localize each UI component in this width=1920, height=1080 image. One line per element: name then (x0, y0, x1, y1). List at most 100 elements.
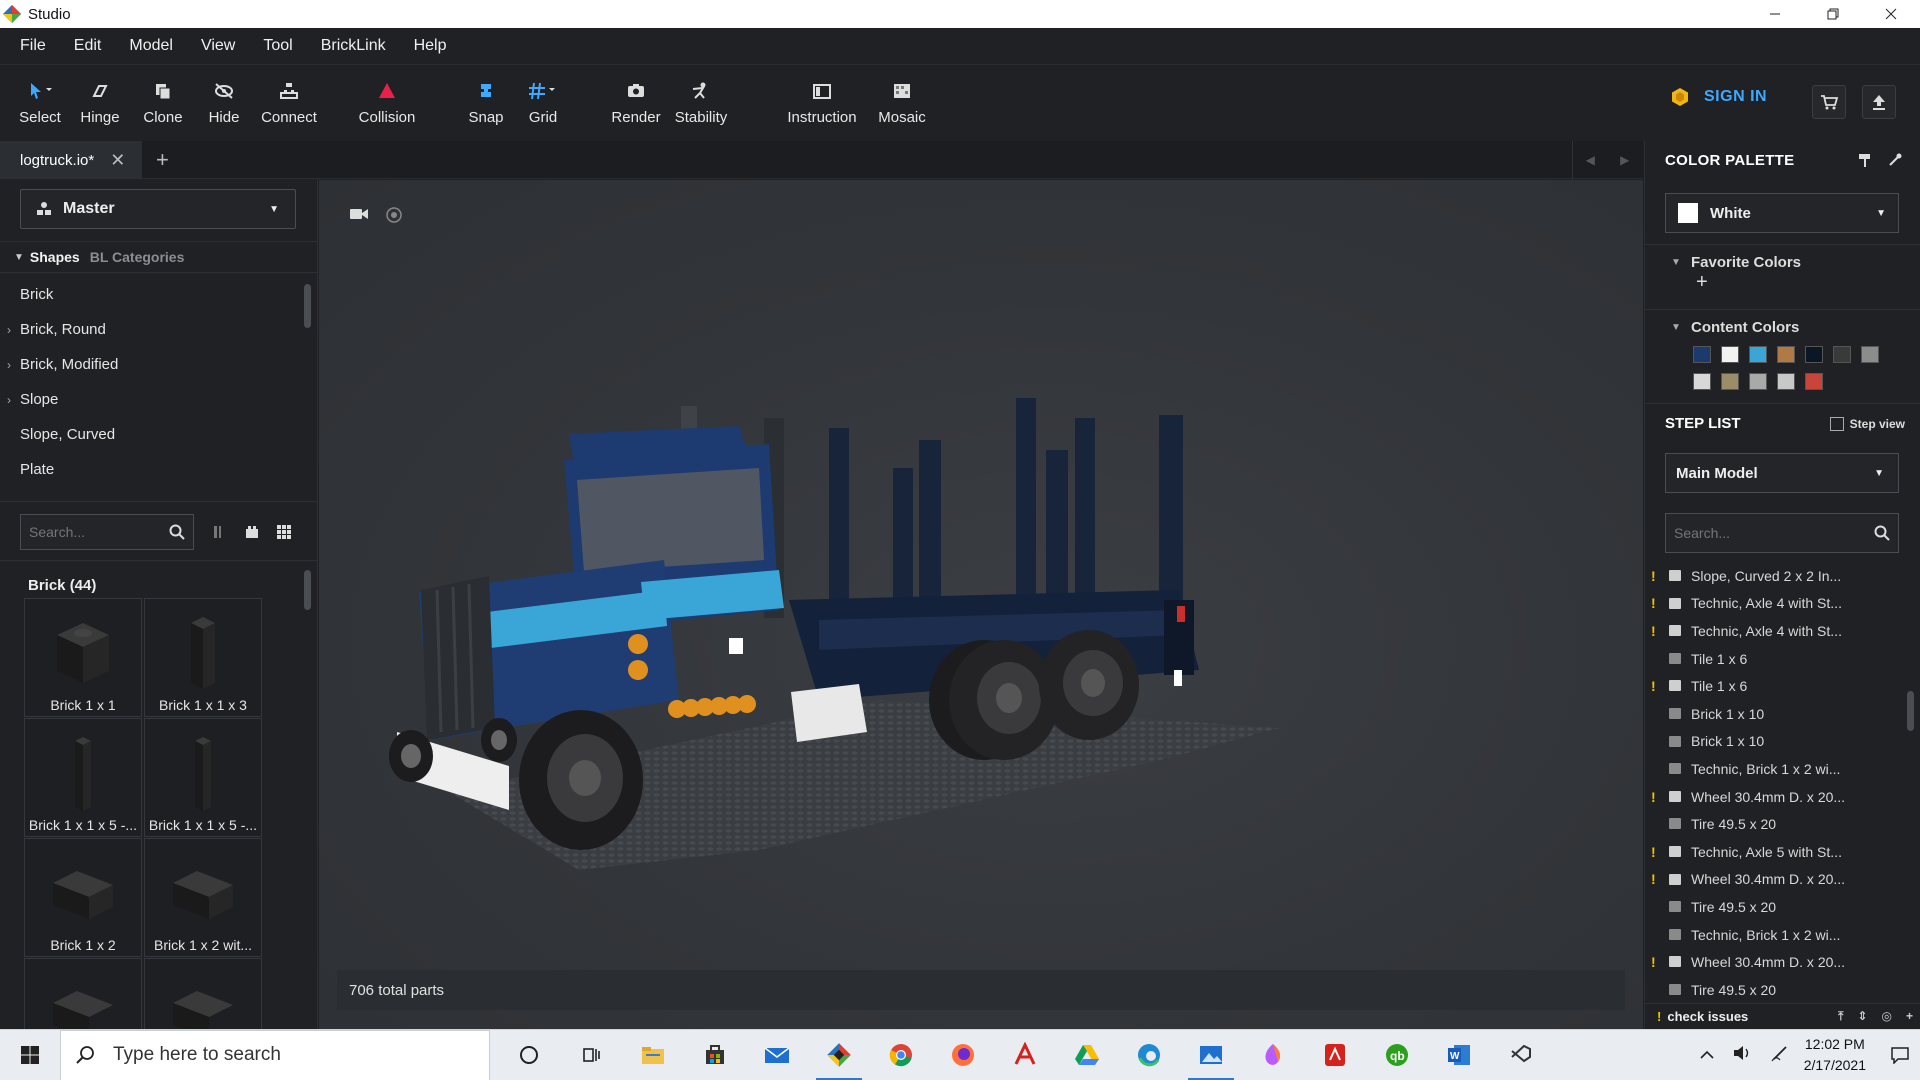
brick-tile[interactable]: Brick 1 x 2 (24, 838, 142, 957)
visual-studio-icon[interactable] (1490, 1030, 1552, 1080)
step-list-item[interactable]: ! Slope, Curved 2 x 2 In... (1645, 562, 1905, 590)
collapse-chevron-icon[interactable]: ▼ (14, 252, 24, 263)
expand-chevron-icon[interactable]: › (7, 358, 11, 372)
step-list-item[interactable]: ! Technic, Axle 5 with St... (1645, 838, 1905, 866)
menu-view[interactable]: View (201, 37, 235, 55)
category-item[interactable]: Slope, Curved (0, 417, 300, 452)
close-tab-icon[interactable]: ✕ (110, 150, 125, 171)
taskbar-search-box[interactable]: Type here to search (60, 1029, 490, 1080)
category-item[interactable]: Brick (0, 277, 300, 312)
add-tab-icon[interactable]: + (156, 147, 169, 173)
brick-tile[interactable]: Brick 1 x 1 (24, 598, 142, 717)
paint3d-icon[interactable] (1242, 1030, 1304, 1080)
category-item[interactable]: Plate (0, 452, 300, 487)
tab-next-icon[interactable]: ▶ (1620, 153, 1629, 167)
3d-viewport[interactable] (319, 180, 1643, 1029)
collapse-all-icon[interactable]: ⤒ (1838, 1009, 1843, 1024)
step-list-item[interactable]: ! Wheel 30.4mm D. x 20... (1645, 866, 1905, 894)
collapse-chevron-icon[interactable]: ▼ (1671, 257, 1681, 268)
color-swatch[interactable] (1721, 346, 1739, 363)
color-swatch[interactable] (1777, 373, 1795, 390)
step-list-item[interactable]: Tire 49.5 x 20 (1645, 810, 1905, 838)
check-issues-link[interactable]: check issues (1667, 1009, 1748, 1024)
step-list-item[interactable]: Tile 1 x 6 (1645, 645, 1905, 673)
category-item[interactable]: › Brick, Modified (0, 347, 300, 382)
cart-button[interactable] (1812, 85, 1846, 119)
color-swatch[interactable] (1833, 346, 1851, 363)
color-swatch[interactable] (1749, 346, 1767, 363)
start-button[interactable] (0, 1030, 60, 1080)
step-view-toggle[interactable]: Step view (1829, 416, 1905, 431)
cortana-icon[interactable] (498, 1030, 560, 1080)
hide-step-icon[interactable]: ◎ (1882, 1009, 1892, 1024)
color-swatch[interactable] (1749, 373, 1767, 390)
mosaic-tool-button[interactable]: Mosaic (862, 79, 942, 126)
step-view-checkbox[interactable] (1829, 416, 1844, 431)
color-swatch[interactable] (1693, 373, 1711, 390)
collision-tool-button[interactable]: Collision (347, 79, 427, 126)
expand-chevron-icon[interactable]: › (7, 323, 11, 337)
step-list-item[interactable]: ! Wheel 30.4mm D. x 20... (1645, 948, 1905, 976)
tab-shapes[interactable]: Shapes (30, 249, 80, 265)
file-explorer-icon[interactable] (622, 1030, 684, 1080)
step-list-item[interactable]: Technic, Brick 1 x 2 wi... (1645, 755, 1905, 783)
sign-in-button[interactable]: SIGN IN (1670, 87, 1767, 107)
restore-button[interactable] (1804, 0, 1862, 28)
color-swatch[interactable] (1721, 373, 1739, 390)
word-icon[interactable]: W (1428, 1030, 1490, 1080)
brick-view-icon[interactable] (244, 524, 260, 540)
menu-model[interactable]: Model (129, 37, 173, 55)
google-drive-icon[interactable] (1056, 1030, 1118, 1080)
photos-icon[interactable] (1180, 1030, 1242, 1080)
stability-tool-button[interactable]: Stability (661, 79, 741, 126)
firefox-icon[interactable] (932, 1030, 994, 1080)
brick-scrollbar[interactable] (304, 570, 311, 610)
pen-icon[interactable] (1770, 1043, 1790, 1068)
color-swatch[interactable] (1861, 346, 1879, 363)
acrobat-reader-icon[interactable] (1304, 1030, 1366, 1080)
color-swatch[interactable] (1777, 346, 1795, 363)
add-favorite-color-icon[interactable]: + (1696, 271, 1708, 294)
menu-edit[interactable]: Edit (74, 37, 102, 55)
chrome-icon[interactable] (870, 1030, 932, 1080)
step-search-input[interactable] (1674, 525, 1854, 541)
task-view-icon[interactable] (560, 1030, 622, 1080)
menu-bricklink[interactable]: BrickLink (321, 37, 386, 55)
color-swatch[interactable] (1805, 346, 1823, 363)
grid-view-icon[interactable] (276, 524, 292, 540)
expand-all-icon[interactable]: ⇕ (1857, 1009, 1867, 1024)
brick-tile[interactable]: Brick 1 x 1 x 3 (144, 598, 262, 717)
edge-icon[interactable] (1118, 1030, 1180, 1080)
step-list-item[interactable]: ! Technic, Axle 4 with St... (1645, 590, 1905, 618)
expand-chevron-icon[interactable]: › (7, 393, 11, 407)
collapse-chevron-icon[interactable]: ▼ (1671, 322, 1681, 333)
eyedropper-icon[interactable] (1887, 152, 1903, 168)
category-item[interactable]: › Slope (0, 382, 300, 417)
upload-button[interactable] (1862, 85, 1896, 119)
step-list-item[interactable]: ! Tile 1 x 6 (1645, 672, 1905, 700)
step-list-item[interactable]: Tire 49.5 x 20 (1645, 976, 1905, 1002)
minimize-button[interactable] (1746, 0, 1804, 28)
taskbar-clock[interactable]: 12:02 PM 2/17/2021 (1804, 1034, 1866, 1076)
color-dropdown[interactable]: White ▼ (1665, 193, 1899, 233)
brick-tile[interactable]: Brick 1 x 1 x 5 -... (24, 718, 142, 837)
menu-tool[interactable]: Tool (263, 37, 292, 55)
step-list-item[interactable]: ! Technic, Axle 4 with St... (1645, 617, 1905, 645)
step-list-item[interactable]: Technic, Brick 1 x 2 wi... (1645, 921, 1905, 949)
notifications-icon[interactable] (1880, 1030, 1920, 1080)
tab-logtruck[interactable]: logtruck.io* ✕ (0, 141, 142, 179)
category-item[interactable]: › Brick, Round (0, 312, 300, 347)
quickbooks-icon[interactable]: qb (1366, 1030, 1428, 1080)
volume-icon[interactable] (1732, 1044, 1752, 1067)
color-swatch[interactable] (1805, 373, 1823, 390)
menu-file[interactable]: File (20, 37, 46, 55)
brick-tile[interactable]: Brick 1 x 2 wit... (144, 838, 262, 957)
step-list-scrollbar[interactable] (1907, 691, 1914, 731)
step-list-item[interactable]: Brick 1 x 10 (1645, 700, 1905, 728)
tab-bl-categories[interactable]: BL Categories (90, 249, 185, 265)
instruction-tool-button[interactable]: Instruction (782, 79, 862, 126)
logtruck-3d-model[interactable] (319, 180, 1643, 1029)
category-scrollbar[interactable] (304, 284, 311, 328)
part-search-input[interactable] (29, 524, 159, 540)
master-dropdown[interactable]: Master ▼ (20, 189, 296, 229)
